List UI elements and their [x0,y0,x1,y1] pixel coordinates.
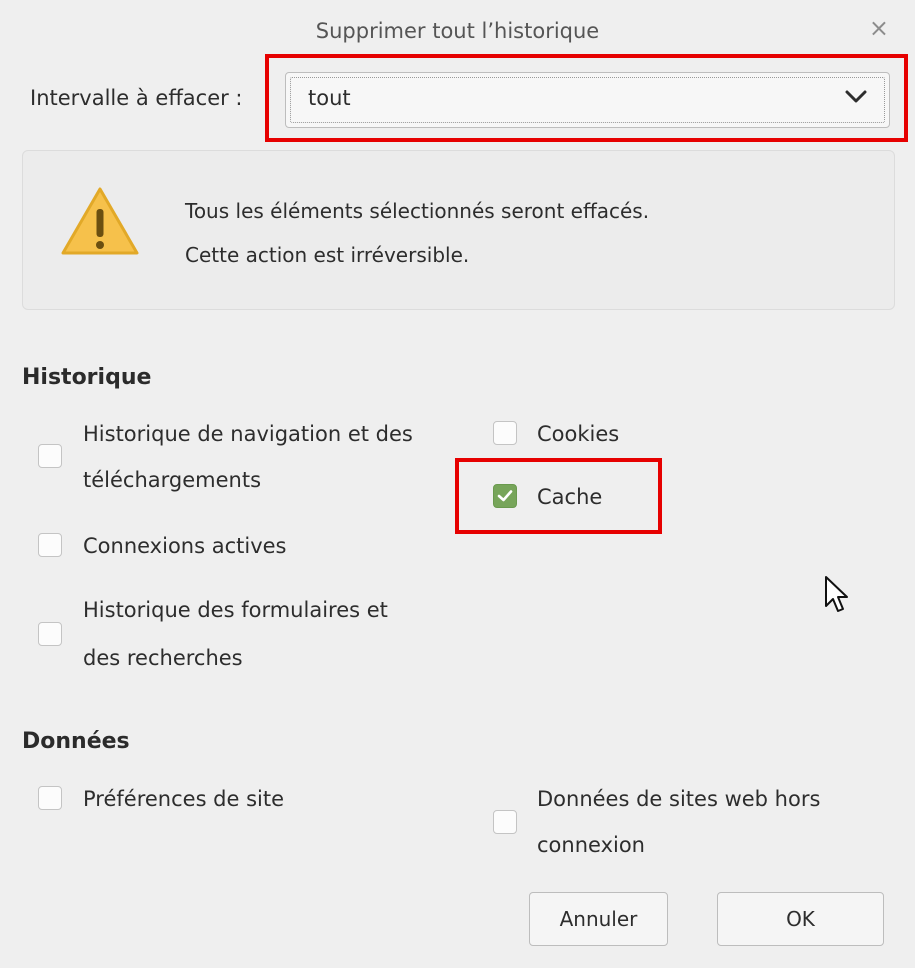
checkbox-historique-navigation[interactable] [38,444,62,468]
warning-triangle-icon [61,187,139,255]
checkbox-donnees-hors-connexion[interactable] [493,810,517,834]
range-label: Intervalle à effacer : [30,86,243,110]
label-historique-navigation-line2: téléchargements [83,468,262,492]
highlight-box-range [265,54,908,142]
ok-button[interactable]: OK [717,892,884,946]
section-title-historique: Historique [22,365,152,390]
section-title-donnees: Données [22,729,130,754]
label-historique-navigation-line1: Historique de navigation et des [83,422,413,446]
mouse-cursor-icon [825,576,848,612]
warning-line-2: Cette action est irréversible. [185,243,470,267]
checkbox-cookies[interactable] [493,421,517,445]
checkbox-historique-formulaires[interactable] [38,622,62,646]
checkbox-preferences-site[interactable] [38,786,62,810]
label-donnees-hors-connexion-line2: connexion [537,833,645,857]
label-donnees-hors-connexion-line1: Données de sites web hors [537,787,821,811]
label-connexions-actives: Connexions actives [83,534,287,558]
warning-box: Tous les éléments sélectionnés seront ef… [22,150,895,310]
dialog-title: Supprimer tout l’historique [315,19,600,43]
highlight-box-cache [455,458,662,534]
label-historique-formulaires-line2: des recherches [83,646,243,670]
label-cookies: Cookies [537,422,620,446]
close-icon[interactable]: × [869,16,889,40]
warning-line-1: Tous les éléments sélectionnés seront ef… [185,199,650,223]
label-historique-formulaires-line1: Historique des formulaires et [83,598,388,622]
checkbox-connexions-actives[interactable] [38,533,62,557]
cancel-button[interactable]: Annuler [529,892,668,946]
label-preferences-site: Préférences de site [83,787,285,811]
